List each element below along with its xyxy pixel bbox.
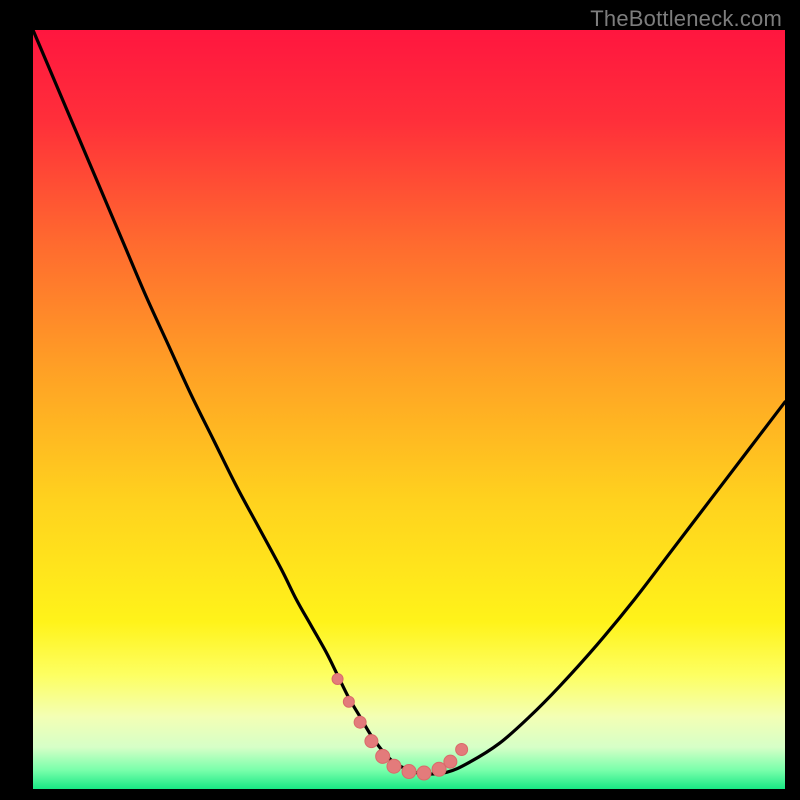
highlight-dot xyxy=(376,749,390,763)
bottleneck-chart xyxy=(33,30,785,789)
chart-frame xyxy=(15,30,785,790)
highlight-dot xyxy=(402,765,416,779)
attribution-text: TheBottleneck.com xyxy=(590,6,782,32)
highlight-dot xyxy=(444,755,457,768)
highlight-dot xyxy=(332,673,343,684)
highlight-dot xyxy=(343,696,354,707)
highlight-dot xyxy=(354,716,366,728)
highlight-dot xyxy=(387,759,401,773)
highlight-dot xyxy=(456,744,468,756)
highlight-dot xyxy=(365,735,378,748)
gradient-background xyxy=(33,30,785,789)
highlight-dot xyxy=(417,766,431,780)
